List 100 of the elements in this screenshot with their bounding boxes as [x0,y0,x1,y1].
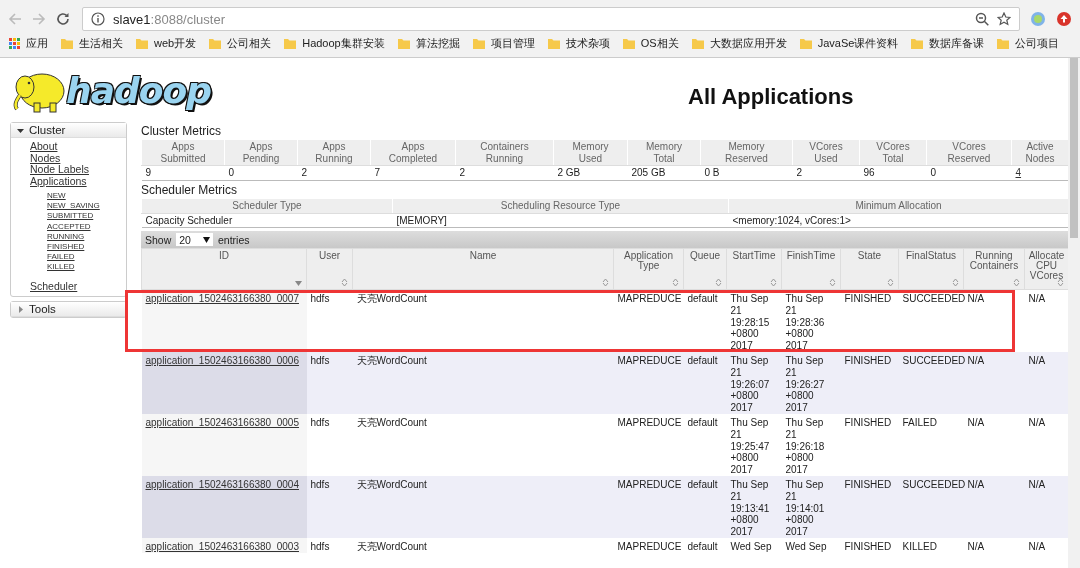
column-header[interactable]: FinishTime [781,248,841,290]
folder-icon [996,36,1011,50]
bookmark[interactable]: Hadoop集群安装 [283,35,385,51]
table-cell: N/A [1024,352,1068,414]
folder-icon [546,36,561,50]
column-header: Apps Running [297,139,371,166]
bookmark[interactable]: 算法挖掘 [396,35,460,51]
apps-grid-icon [8,36,21,50]
logo-text: hadoop [66,69,211,111]
sidebar-section-header[interactable]: Tools [11,302,126,318]
sidebar-sublink[interactable]: KILLED [47,262,75,273]
sidebar-sublink[interactable]: NEW_SAVING [47,201,100,212]
column-header: Memory Used [553,139,628,166]
application-link[interactable]: application_1502463166380_0007 [145,293,299,304]
application-link[interactable]: application_1502463166380_0004 [145,478,299,490]
table-cell: 205 GB [627,165,701,180]
sidebar-link[interactable]: About [30,141,58,153]
table-cell: 2 [455,165,554,180]
bookmark[interactable]: 数据库备课 [910,35,985,51]
scrollbar[interactable] [1068,58,1080,568]
back-arrow-icon[interactable] [8,12,22,26]
sidebar-link[interactable]: Applications [30,175,87,187]
column-header[interactable]: StartTime [726,248,782,290]
folder-icon [798,36,813,50]
table-cell: MAPREDUCE [613,352,684,414]
folder-icon [621,36,636,50]
column-header: Apps Submitted [141,139,225,166]
page-title: All Applications [688,84,854,110]
bookmark[interactable]: JavaSe课件资料 [798,35,899,51]
bookmark[interactable]: 技术杂项 [546,35,610,51]
bookmark[interactable]: 公司项目 [996,35,1060,51]
column-header[interactable]: User [306,248,353,290]
table-cell: 96 [859,165,927,180]
bookmark[interactable]: OS相关 [621,35,679,51]
table-cell: MAPREDUCE [613,475,684,538]
reload-icon[interactable] [56,12,70,26]
column-header[interactable]: State [840,248,899,290]
bookmark[interactable]: 公司相关 [208,35,272,51]
table-cell: MAPREDUCE [613,413,684,476]
extension-icon[interactable] [1030,11,1046,27]
forward-arrow-icon[interactable] [32,12,46,26]
table-cell: 0 [224,165,298,180]
address-bar[interactable]: slave1:8088/cluster [82,7,1020,31]
bookmark[interactable]: 生活相关 [60,35,123,51]
star-icon[interactable] [997,12,1011,26]
column-header[interactable]: Application Type [613,248,684,290]
table-cell: Thu Sep 21 19:26:18 +0800 2017 [781,413,841,476]
scrollbar-thumb[interactable] [1070,58,1078,238]
metric-link[interactable]: 4 [1015,167,1022,178]
column-header[interactable]: Name [352,248,614,290]
table-cell: [MEMORY] [392,213,729,228]
column-header: Memory Reserved [700,139,793,166]
column-header[interactable]: ID [141,248,307,290]
column-header[interactable]: FinalStatus [898,248,964,290]
folder-icon [60,36,74,50]
table-cell: default [683,352,727,414]
sidebar-sublink[interactable]: NEW [47,191,66,202]
bookmark[interactable]: 应用 [8,35,48,51]
sidebar-sublink[interactable]: SUBMITTED [47,211,94,222]
table-cell: hdfs [306,352,353,414]
page-size-select[interactable]: 20 [176,233,213,246]
table-cell: <memory:1024, vCores:1> [728,213,1068,228]
table-cell: 9 [141,165,225,180]
section-title: Cluster Metrics [141,124,222,138]
bookmark[interactable]: web开发 [135,35,197,51]
application-link[interactable]: application_1502463166380_0005 [145,416,299,428]
caret-down-icon [17,126,24,134]
sidebar-sublink[interactable]: FAILED [47,252,75,263]
table-cell: N/A [1024,289,1068,352]
table-cell: FINISHED [840,475,899,538]
sidebar-link[interactable]: Node Labels [30,164,89,176]
table-cell: Thu Sep 21 19:25:47 +0800 2017 [726,413,782,476]
bookmark[interactable]: 大数据应用开发 [690,35,787,51]
application-link[interactable]: application_1502463166380_0006 [145,355,299,366]
sidebar-section-header[interactable]: Cluster [11,123,126,138]
column-header[interactable]: Allocate CPU VCores [1024,248,1068,290]
upload-icon[interactable] [1056,11,1072,27]
table-cell: SUCCEEDED [898,352,964,414]
table-cell: FAILED [898,413,964,476]
column-header: Apps Pending [224,139,298,166]
sidebar-sublink[interactable]: FINISHED [47,242,85,253]
table-cell: hdfs [306,413,353,476]
column-header: Scheduling Resource Type [392,198,729,213]
sidebar-sublink[interactable]: ACCEPTED [47,221,91,232]
column-header[interactable]: Running Containers [963,248,1025,290]
folder-icon [283,36,298,50]
table-cell: default [683,413,727,476]
sidebar-sublink[interactable]: RUNNING [47,231,85,242]
bookmark[interactable]: 项目管理 [471,35,535,51]
column-header: VCores Total [859,139,927,166]
sidebar-link[interactable]: Nodes [30,152,61,164]
column-header[interactable]: Queue [683,248,727,290]
folder-icon [135,36,149,50]
table-cell: 7 [370,165,456,180]
table-cell: 天亮WordCount [352,475,614,538]
column-header: Containers Running [455,139,554,166]
sidebar-link[interactable]: Scheduler [30,280,78,293]
table-cell: default [683,475,727,538]
zoom-icon[interactable] [975,12,989,26]
table-cell: N/A [963,413,1025,476]
